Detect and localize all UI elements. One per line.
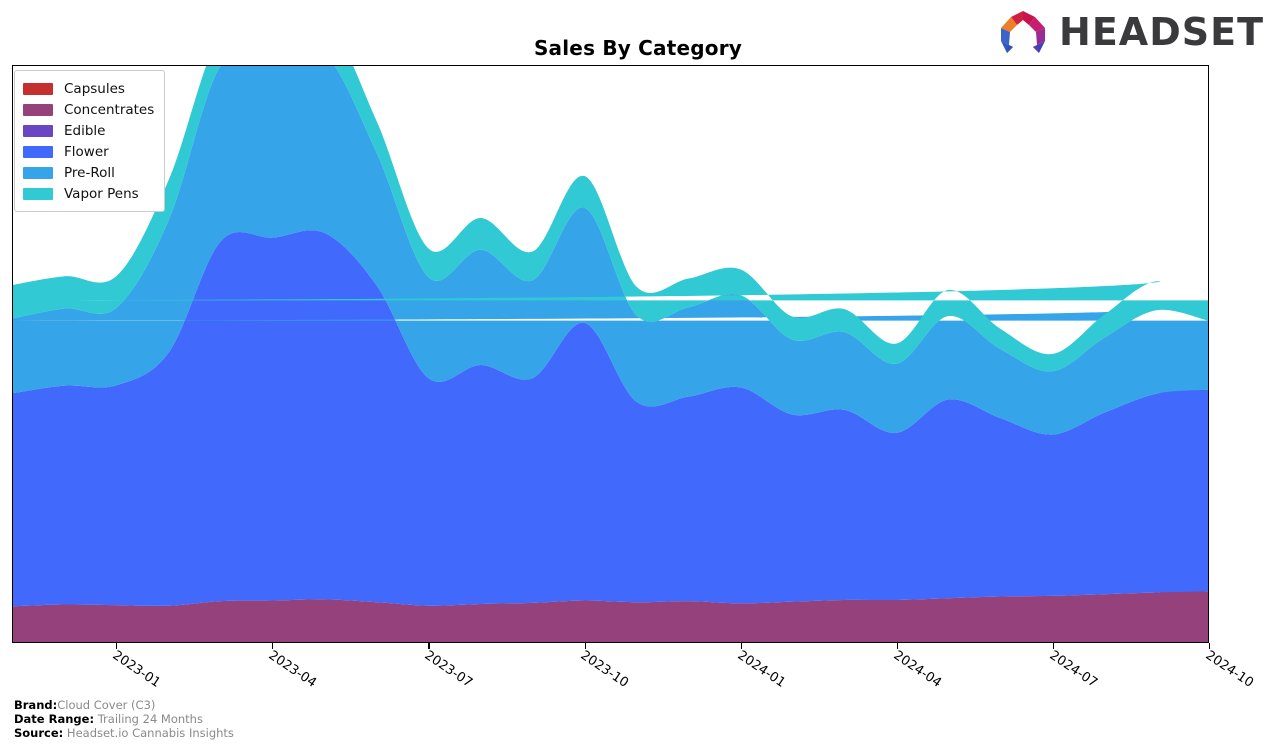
x-axis-tick-label: 2023-10 bbox=[578, 648, 632, 691]
headset-logo: HEADSET bbox=[995, 8, 1264, 56]
x-axis-tick-label: 2023-07 bbox=[421, 648, 476, 691]
x-axis-tick-label: 2023-04 bbox=[265, 648, 320, 691]
x-axis-tick-label: 2024-01 bbox=[734, 648, 788, 691]
x-axis-tick-label: 2024-04 bbox=[890, 648, 944, 691]
footer-date-range: Date Range: Trailing 24 Months bbox=[14, 712, 234, 726]
legend-item-capsules[interactable]: Capsules bbox=[23, 78, 154, 99]
footer-source-label: Source: bbox=[14, 726, 64, 740]
x-axis-tick-label: 2023-01 bbox=[109, 648, 164, 691]
chart-legend: Capsules Concentrates Edible Flower Pre-Roll… bbox=[14, 70, 166, 212]
legend-item-label: Flower bbox=[64, 143, 109, 160]
footer-source: Source: Headset.io Cannabis Insights bbox=[14, 726, 234, 740]
legend-item-label: Pre-Roll bbox=[64, 164, 115, 181]
x-axis-tick-label: 2024-07 bbox=[1046, 648, 1100, 691]
footer-brand-label: Brand: bbox=[14, 698, 58, 712]
legend-item-vapor-pens[interactable]: Vapor Pens bbox=[23, 183, 154, 204]
legend-item-label: Vapor Pens bbox=[64, 185, 139, 202]
legend-item-flower[interactable]: Flower bbox=[23, 141, 154, 162]
footer-brand-value: Cloud Cover (C3) bbox=[57, 698, 156, 712]
legend-swatch-icon bbox=[23, 145, 53, 158]
legend-swatch-icon bbox=[23, 187, 53, 200]
chart-page: Sales By Category HEADSET Capsules Concen… bbox=[0, 0, 1276, 747]
headset-arch-logo-icon bbox=[1001, 11, 1046, 53]
footer-date-range-label: Date Range: bbox=[14, 712, 95, 726]
legend-swatch-icon bbox=[23, 124, 53, 137]
plot-area bbox=[12, 65, 1209, 643]
stacked-area-chart bbox=[13, 66, 1208, 642]
legend-item-label: Concentrates bbox=[64, 101, 155, 118]
legend-item-concentrates[interactable]: Concentrates bbox=[23, 99, 154, 120]
footer-brand: Brand:Cloud Cover (C3) bbox=[14, 698, 234, 712]
legend-item-edible[interactable]: Edible bbox=[23, 120, 154, 141]
legend-item-pre-roll[interactable]: Pre-Roll bbox=[23, 162, 154, 183]
legend-swatch-icon bbox=[23, 166, 53, 179]
legend-swatch-icon bbox=[23, 82, 53, 95]
headset-wordmark: HEADSET bbox=[1059, 10, 1264, 54]
x-axis-tick-label: 2024-10 bbox=[1202, 648, 1257, 691]
legend-swatch-icon bbox=[23, 103, 53, 116]
legend-item-label: Capsules bbox=[64, 80, 125, 97]
footer-date-range-value: Trailing 24 Months bbox=[97, 712, 203, 726]
chart-footer: Brand:Cloud Cover (C3) Date Range: Trail… bbox=[14, 698, 234, 740]
legend-item-label: Edible bbox=[64, 122, 106, 139]
footer-source-value: Headset.io Cannabis Insights bbox=[66, 726, 234, 740]
